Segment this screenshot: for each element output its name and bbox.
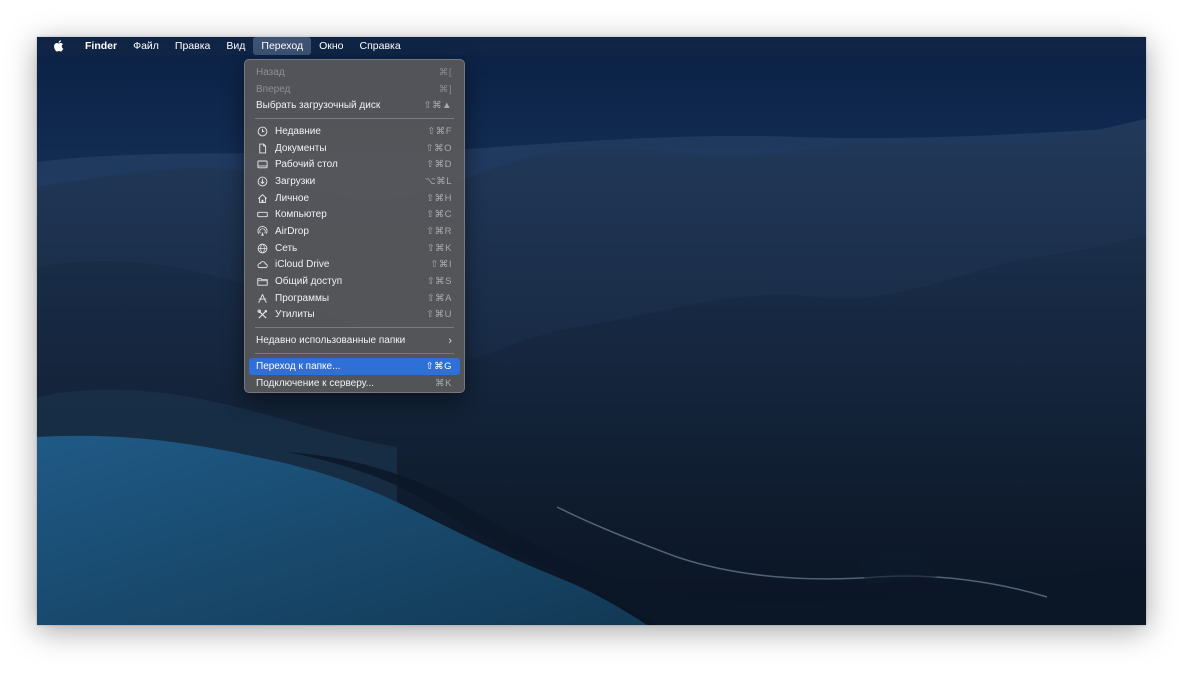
home-icon: [256, 192, 269, 205]
menu-item-label: Выбрать загрузочный диск: [256, 100, 381, 112]
clock-icon: [256, 125, 269, 138]
menu-item-select-startup-disk[interactable]: Выбрать загрузочный диск ⇧⌘▲: [249, 97, 460, 114]
menu-item-applications[interactable]: Программы ⇧⌘A: [249, 290, 460, 307]
go-menu-dropdown: Назад ⌘[ Вперед ⌘] Выбрать загрузочный д…: [244, 59, 465, 393]
menu-item-recent-folders[interactable]: Недавно использованные папки ›: [249, 332, 460, 349]
menu-item-desktop[interactable]: Рабочий стол ⇧⌘D: [249, 156, 460, 173]
menu-item-label: iCloud Drive: [275, 259, 330, 271]
menu-item-shortcut: ⌘[: [438, 66, 452, 78]
menu-separator: [255, 327, 454, 329]
menu-item-airdrop[interactable]: AirDrop ⇧⌘R: [249, 223, 460, 240]
desktop-wallpaper: [37, 37, 1146, 625]
menu-item-computer[interactable]: Компьютер ⇧⌘C: [249, 207, 460, 224]
download-icon: [256, 175, 269, 188]
cloud-icon: [256, 258, 269, 271]
menu-item-label: Вперед: [256, 83, 291, 95]
menu-item-shortcut: ⇧⌘C: [426, 209, 452, 221]
menu-item-label: Недавно использованные папки: [256, 335, 406, 347]
menu-item-shared[interactable]: Общий доступ ⇧⌘S: [249, 273, 460, 290]
menu-item-utilities[interactable]: Утилиты ⇧⌘U: [249, 307, 460, 324]
menu-item-label: Переход к папке...: [256, 360, 341, 372]
menu-item-shortcut: ⇧⌘R: [426, 226, 452, 238]
network-globe-icon: [256, 242, 269, 255]
applications-icon: [256, 292, 269, 305]
menu-item-downloads[interactable]: Загрузки ⌥⌘L: [249, 173, 460, 190]
menu-item-label: Сеть: [275, 242, 298, 254]
menu-file[interactable]: Файл: [125, 37, 167, 55]
menu-go[interactable]: Переход: [253, 37, 312, 55]
menu-item-label: Загрузки: [275, 175, 316, 187]
menu-item-label: Рабочий стол: [275, 159, 338, 171]
computer-icon: [256, 208, 269, 221]
menu-item-label: Программы: [275, 292, 330, 304]
menu-item-shortcut: ⇧⌘S: [426, 276, 452, 288]
menu-finder[interactable]: Finder: [77, 37, 125, 55]
menu-item-network[interactable]: Сеть ⇧⌘K: [249, 240, 460, 257]
menu-item-go-to-folder[interactable]: Переход к папке... ⇧⌘G: [249, 358, 460, 375]
desktop-screen: Finder Файл Правка Вид Переход Окно Спра…: [37, 37, 1146, 625]
menu-item-shortcut: ⇧⌘▲: [423, 100, 452, 112]
menu-item-documents[interactable]: Документы ⇧⌘O: [249, 140, 460, 157]
document-icon: [256, 142, 269, 155]
menu-item-label: Недавние: [275, 125, 321, 137]
menu-item-label: Компьютер: [275, 209, 327, 221]
menu-item-recents[interactable]: Недавние ⇧⌘F: [249, 123, 460, 140]
chevron-right-icon: ›: [448, 334, 452, 347]
menu-item-label: AirDrop: [275, 226, 309, 238]
menu-edit[interactable]: Правка: [167, 37, 218, 55]
menu-item-home[interactable]: Личное ⇧⌘H: [249, 190, 460, 207]
menu-bar: Finder Файл Правка Вид Переход Окно Спра…: [37, 37, 1146, 55]
menu-item-shortcut: ⇧⌘H: [426, 192, 452, 204]
menu-item-shortcut: ⇧⌘A: [426, 292, 452, 304]
menu-separator: [255, 118, 454, 120]
menu-item-label: Документы: [275, 142, 327, 154]
menu-view[interactable]: Вид: [218, 37, 253, 55]
menu-item-label: Подключение к серверу...: [256, 377, 375, 389]
menu-item-shortcut: ⇧⌘I: [430, 259, 452, 271]
menu-item-forward[interactable]: Вперед ⌘]: [249, 81, 460, 98]
menu-item-icloud-drive[interactable]: iCloud Drive ⇧⌘I: [249, 257, 460, 274]
shared-folder-icon: [256, 275, 269, 288]
menu-item-shortcut: ⌘K: [435, 377, 452, 389]
menu-item-shortcut: ⌘]: [438, 83, 452, 95]
menu-separator: [255, 353, 454, 354]
menu-item-shortcut: ⇧⌘O: [425, 142, 452, 154]
apple-logo-icon[interactable]: [51, 37, 65, 55]
menu-item-shortcut: ⌥⌘L: [424, 175, 452, 187]
menu-help[interactable]: Справка: [352, 37, 409, 55]
menu-item-shortcut: ⇧⌘D: [426, 159, 452, 171]
menu-item-label: Личное: [275, 192, 310, 204]
menu-item-shortcut: ⇧⌘F: [427, 125, 452, 137]
utilities-tools-icon: [256, 308, 269, 321]
menu-item-label: Общий доступ: [275, 276, 343, 288]
menu-item-label: Назад: [256, 66, 285, 78]
menu-item-shortcut: ⇧⌘K: [426, 242, 452, 254]
menu-item-shortcut: ⇧⌘U: [426, 309, 452, 321]
desktop-icon: [256, 158, 269, 171]
menu-item-back[interactable]: Назад ⌘[: [249, 64, 460, 81]
menu-item-connect-to-server[interactable]: Подключение к серверу... ⌘K: [249, 375, 460, 392]
menu-window[interactable]: Окно: [311, 37, 351, 55]
airdrop-icon: [256, 225, 269, 238]
menu-item-shortcut: ⇧⌘G: [425, 360, 452, 372]
menu-item-label: Утилиты: [275, 309, 315, 321]
